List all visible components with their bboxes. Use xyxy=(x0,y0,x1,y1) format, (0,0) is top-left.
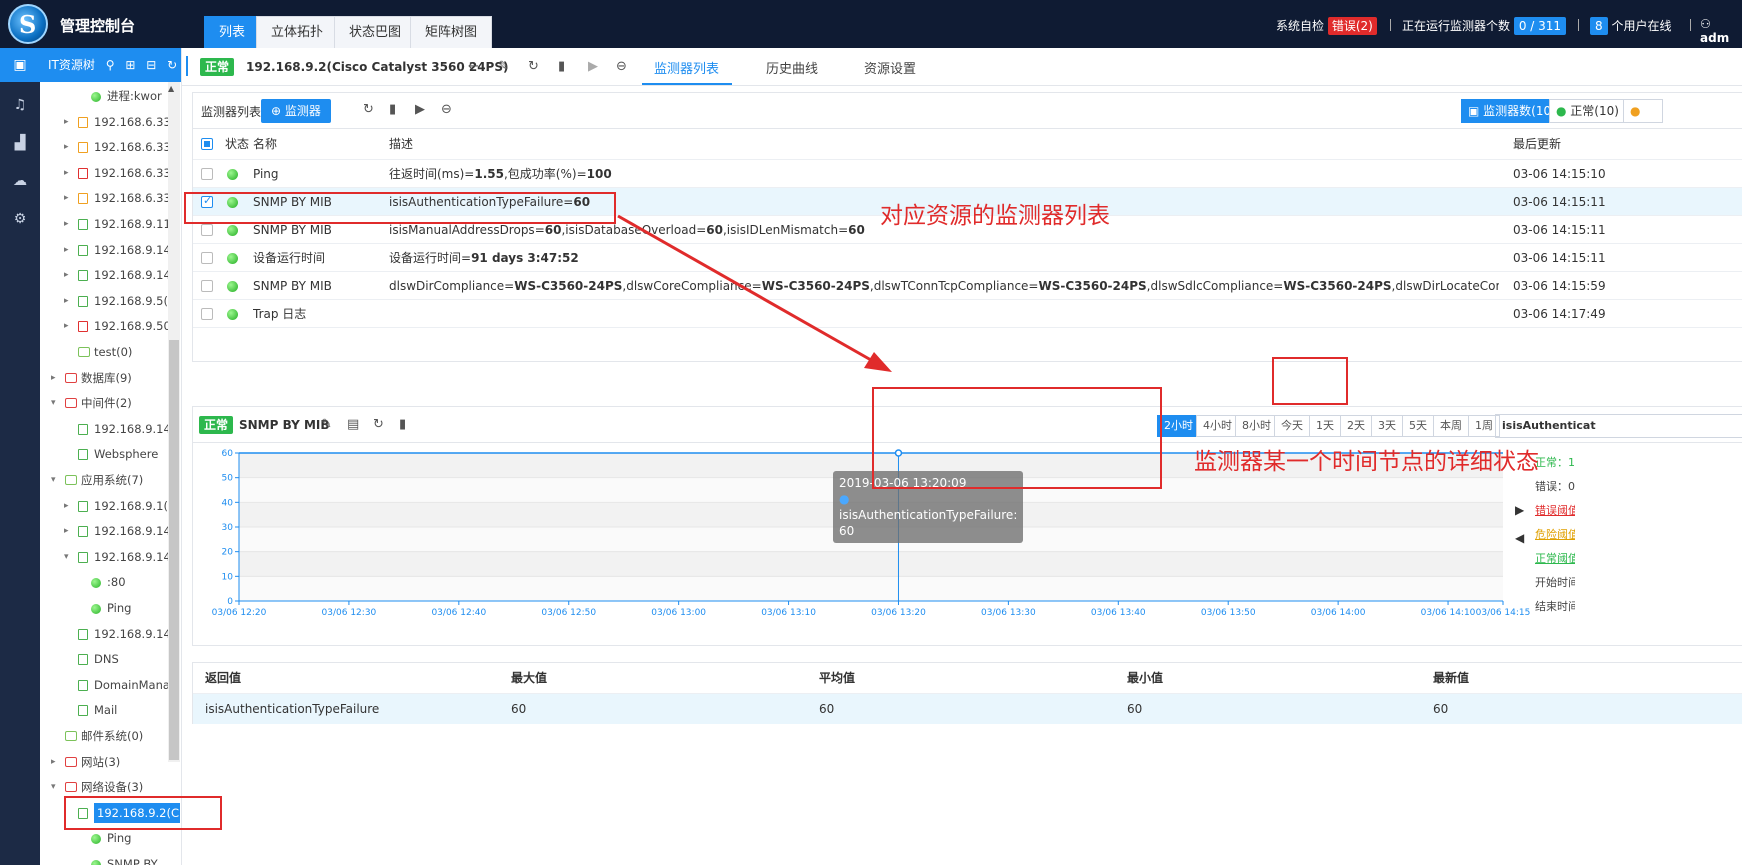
annotation-arrow xyxy=(617,214,892,372)
